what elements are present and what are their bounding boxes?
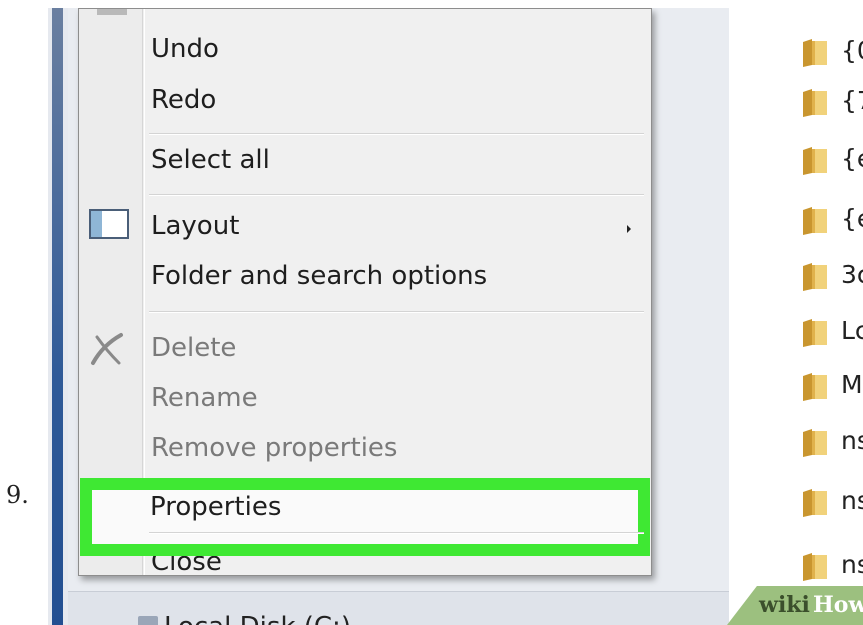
file-row[interactable]: 3c <box>801 254 863 296</box>
file-name: M <box>841 370 863 399</box>
file-name: ns <box>841 550 863 579</box>
folder-icon <box>803 263 827 291</box>
nav-item-local-disk[interactable]: Local Disk (C:) <box>164 612 351 625</box>
file-name: Lc <box>841 316 863 345</box>
folder-icon <box>803 39 827 67</box>
folder-icon <box>803 373 827 401</box>
properties-label[interactable]: Properties <box>150 494 281 520</box>
navigation-pane-edge <box>48 8 68 625</box>
folder-icon <box>803 319 827 347</box>
file-name: {e <box>841 144 863 173</box>
file-name: {0 <box>841 36 863 65</box>
folder-icon <box>803 429 827 457</box>
navigation-scrollbar[interactable] <box>52 8 63 625</box>
submenu-arrow-icon <box>627 225 631 233</box>
menu-item-delete[interactable]: Delete <box>151 335 236 361</box>
menu-item-layout[interactable]: Layout <box>151 213 239 239</box>
folder-icon <box>803 553 827 581</box>
menu-item-select-all[interactable]: Select all <box>151 147 270 173</box>
layout-pane-icon <box>89 209 129 239</box>
menu-item-folder-options[interactable]: Folder and search options <box>151 263 487 289</box>
explorer-screenshot: Local Disk (C:) {0 {7 {e {e 3c Lc M <box>48 8 863 625</box>
local-disk-icon <box>138 616 158 625</box>
file-row[interactable]: {e <box>801 198 863 240</box>
file-row[interactable]: {7 <box>801 80 863 122</box>
file-row[interactable]: {0 <box>801 30 863 72</box>
navigation-tree: Local Disk (C:) <box>68 591 729 625</box>
file-list: {0 {7 {e {e 3c Lc M ns <box>729 8 863 625</box>
menu-separator <box>149 311 644 313</box>
file-row[interactable]: Lc <box>801 310 863 352</box>
file-name: {e <box>841 204 863 233</box>
menu-item-undo[interactable]: Undo <box>151 36 219 62</box>
file-name: {7 <box>841 86 863 115</box>
file-row[interactable]: ns <box>801 544 863 586</box>
file-row[interactable]: ns <box>801 480 863 522</box>
folder-icon <box>803 147 827 175</box>
watermark-wiki: wiki <box>759 592 810 618</box>
file-row[interactable]: {e <box>801 138 863 180</box>
file-row[interactable]: M <box>801 364 863 406</box>
folder-icon <box>803 489 827 517</box>
folder-icon <box>803 207 827 235</box>
file-name: ns <box>841 486 863 515</box>
menu-separator <box>149 194 644 196</box>
menu-item-remove-properties[interactable]: Remove properties <box>151 435 397 461</box>
menu-item-rename[interactable]: Rename <box>151 385 258 411</box>
file-name: 3c <box>841 260 863 289</box>
file-row[interactable]: ns <box>801 420 863 462</box>
file-name: ns <box>841 426 863 455</box>
menu-top-icon <box>97 9 127 15</box>
menu-separator <box>149 133 644 135</box>
watermark-how: How <box>813 592 863 618</box>
menu-item-redo[interactable]: Redo <box>151 87 216 113</box>
menu-separator <box>149 532 644 534</box>
delete-x-icon <box>91 333 123 365</box>
folder-icon <box>803 89 827 117</box>
step-number: 9. <box>6 481 29 509</box>
